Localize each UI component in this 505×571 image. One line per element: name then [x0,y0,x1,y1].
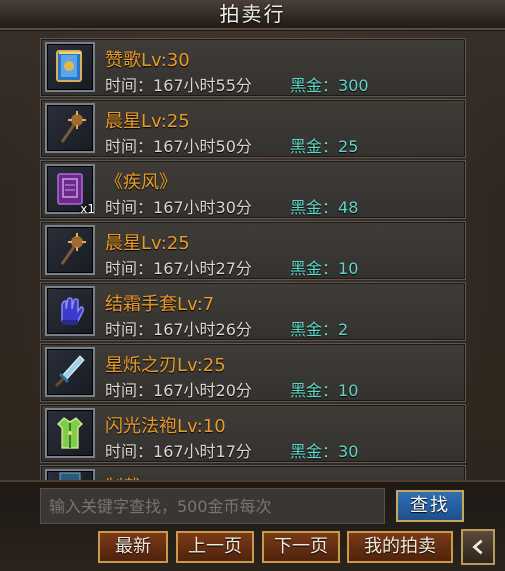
auction-row[interactable]: 闪光法袍Lv:10 时间：167小时17分 黑金：30 [40,404,466,463]
item-name: 星烁之刃Lv:25 [105,355,226,376]
title-bar: 拍卖行 [0,0,505,30]
auction-row[interactable]: 结霜手套Lv:7 时间：167小时26分 黑金：2 [40,282,466,341]
my-auctions-button[interactable]: 我的拍卖 [347,531,453,563]
auction-row[interactable]: 晨星Lv:25 时间：167小时27分 黑金：10 [40,221,466,280]
morningstar-icon [45,225,95,275]
item-price: 黑金：25 [290,137,359,156]
next-page-button[interactable]: 下一页 [262,531,340,563]
purple-book-icon: x1 [45,164,95,216]
item-name: 晨星Lv:25 [105,111,190,132]
item-quantity: x1 [80,202,95,216]
auction-row[interactable]: 星烁之刃Lv:25 时间：167小时20分 黑金：10 [40,343,466,402]
item-price: 黑金：48 [290,198,359,217]
item-time: 时间：167小时26分 [105,320,252,339]
bottom-toolbar: 查找 最新 上一页 下一页 我的拍卖 [0,480,505,571]
robe-icon [45,408,95,458]
item-time: 时间：167小时55分 [105,76,252,95]
auction-row[interactable]: x1 《疾风》 时间：167小时30分 黑金：48 [40,160,466,219]
item-time: 时间：167小时17分 [105,442,252,461]
search-input[interactable] [40,488,385,524]
item-time: 时间：167小时50分 [105,137,252,156]
item-name: 结霜手套Lv:7 [105,294,215,315]
item-time: 时间：167小时30分 [105,198,252,217]
tome-icon [45,42,95,92]
item-name: 闪光法袍Lv:10 [105,416,226,437]
item-price: 黑金：30 [290,442,359,461]
prev-page-button[interactable]: 上一页 [176,531,254,563]
item-time: 时间：167小时27分 [105,259,252,278]
auction-row[interactable]: 晨星Lv:25 时间：167小时50分 黑金：25 [40,99,466,158]
glove-icon [45,286,95,336]
item-price: 黑金：2 [290,320,349,339]
item-price: 黑金：10 [290,381,359,400]
auction-list[interactable]: 赞歌Lv:30 时间：167小时55分 黑金：300 晨星Lv:25 时间：16… [40,38,466,484]
item-price: 黑金：300 [290,76,369,95]
item-time: 时间：167小时20分 [105,381,252,400]
window-title: 拍卖行 [219,2,286,26]
latest-button[interactable]: 最新 [98,531,168,563]
chevron-left-icon [472,539,483,555]
search-button[interactable]: 查找 [396,490,464,522]
auction-window: 拍卖行 赞歌Lv:30 时间：167小时55分 黑金：300 晨星Lv:25 时… [0,0,505,571]
item-name: 晨星Lv:25 [105,233,190,254]
morningstar-icon [45,103,95,153]
blade-icon [45,347,95,397]
auction-row[interactable]: 赞歌Lv:30 时间：167小时55分 黑金：300 [40,38,466,97]
item-name: 赞歌Lv:30 [105,50,190,71]
back-button[interactable] [461,529,495,565]
item-name: 《疾风》 [105,172,177,193]
item-price: 黑金：10 [290,259,359,278]
